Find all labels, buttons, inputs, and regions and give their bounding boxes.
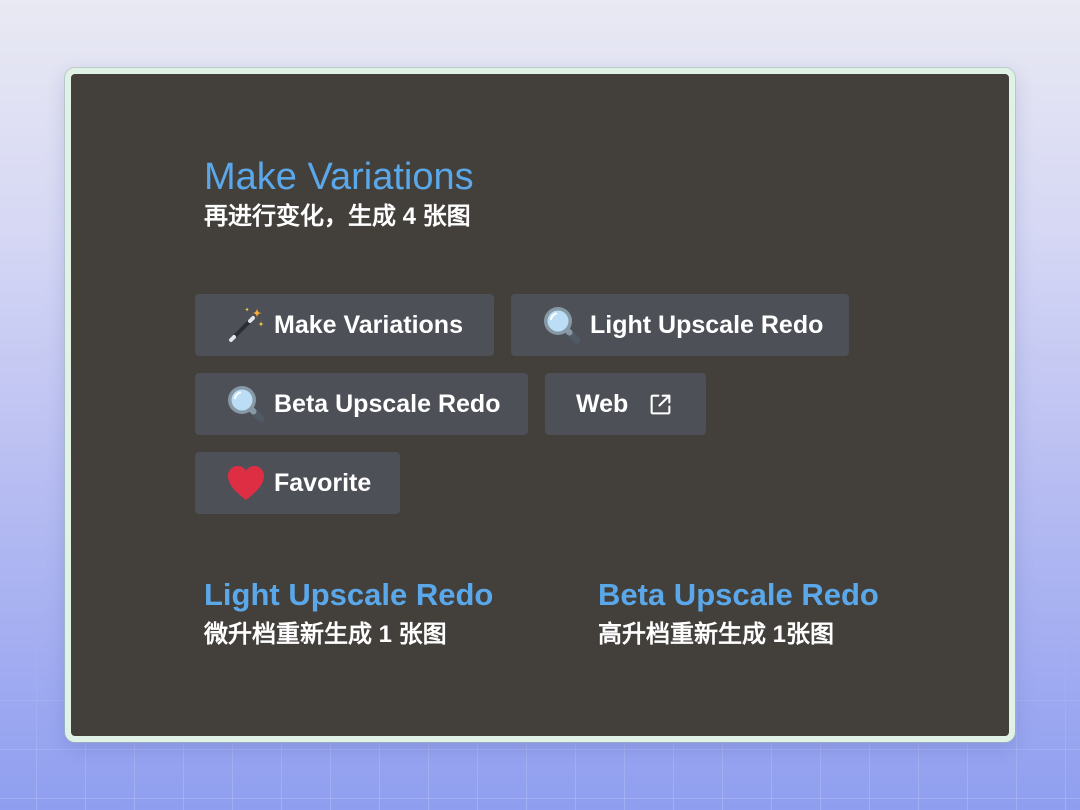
external-link-arrow	[658, 394, 671, 407]
web-label: Web	[576, 390, 629, 418]
magnifier-lens	[547, 310, 569, 332]
magnifying-glass-icon	[544, 307, 581, 344]
light-upscale-redo-description: 微升档重新生成 1 张图	[204, 621, 447, 648]
light-upscale-redo-label: Light Upscale Redo	[590, 311, 824, 339]
light-upscale-redo-title: Light Upscale Redo	[204, 577, 494, 612]
heart-shape	[228, 466, 264, 500]
make-variations-button[interactable]: Make Variations	[195, 294, 494, 356]
magnifying-glass-icon	[228, 386, 265, 423]
sparkle	[258, 321, 264, 327]
light-upscale-redo-button[interactable]: Light Upscale Redo	[511, 294, 849, 356]
page-title: Make Variations	[204, 156, 474, 198]
beta-upscale-redo-label: Beta Upscale Redo	[274, 390, 501, 418]
magic-wand-icon	[229, 307, 264, 342]
heart-icon	[228, 466, 264, 500]
beta-upscale-redo-button[interactable]: Beta Upscale Redo	[195, 373, 528, 435]
external-link-icon	[650, 394, 671, 414]
beta-upscale-redo-description: 高升档重新生成 1张图	[598, 621, 835, 648]
info-card: Make Variations 再进行变化，生成 4 张图 Make Varia…	[65, 68, 1015, 742]
wand-top-tip	[248, 316, 255, 323]
beta-upscale-redo-title: Beta Upscale Redo	[598, 577, 879, 612]
sparkle	[244, 307, 250, 312]
web-link-button[interactable]: Web	[545, 373, 706, 435]
wand-handle-tip	[229, 335, 236, 342]
page-subtitle: 再进行变化，生成 4 张图	[204, 203, 471, 230]
make-variations-label: Make Variations	[274, 311, 463, 339]
magnifier-lens	[231, 389, 253, 411]
favorite-button[interactable]: Favorite	[195, 452, 400, 514]
favorite-label: Favorite	[274, 469, 372, 497]
